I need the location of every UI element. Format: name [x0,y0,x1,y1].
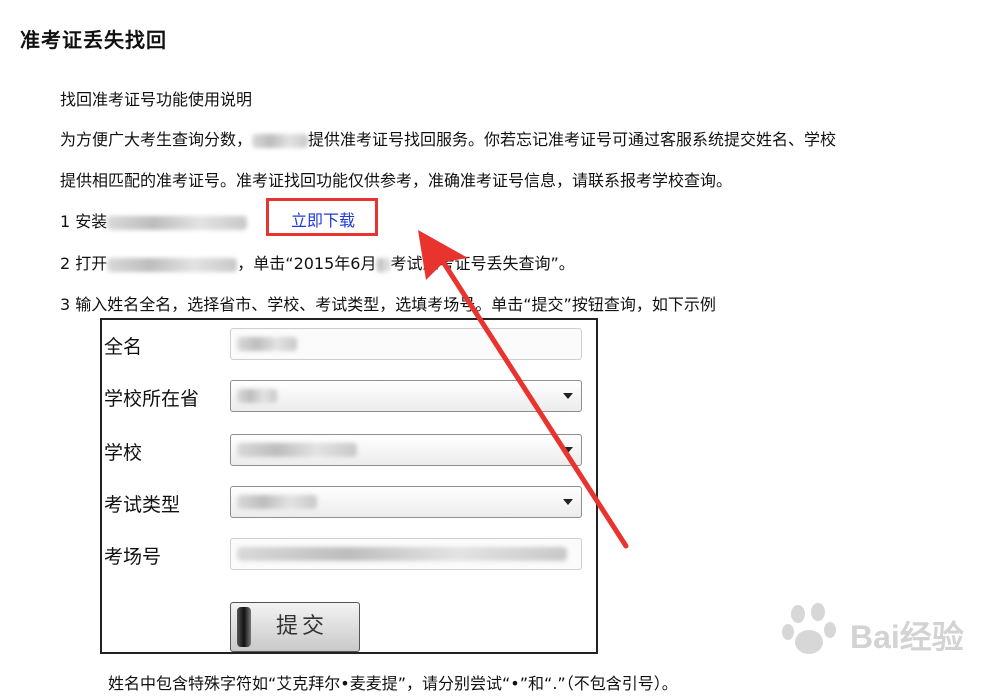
arrow-head [418,230,468,280]
watermark-text: Bai经验 [850,619,964,655]
arrow-shaft [435,251,629,549]
baidu-watermark: Bai经验 [780,596,980,666]
paw-icon [782,603,836,654]
annotation-arrow-icon [418,230,629,549]
